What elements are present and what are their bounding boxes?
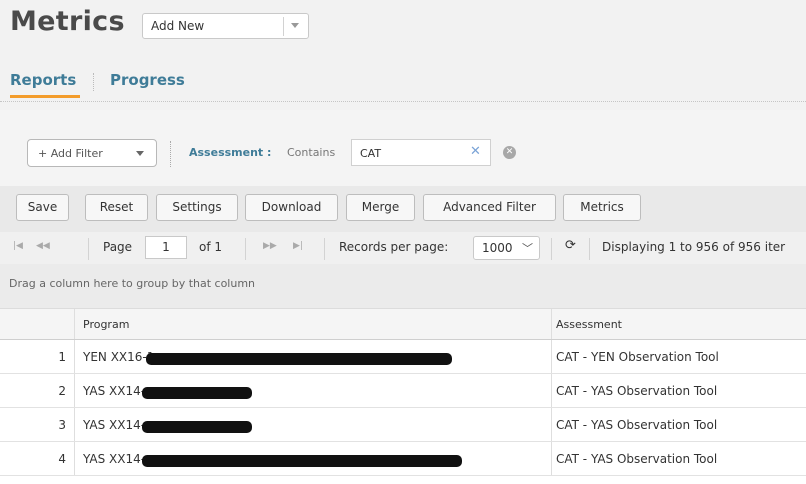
- redaction-mark: [142, 421, 252, 433]
- row-number: 4: [0, 442, 75, 475]
- chevron-down-icon[interactable]: [136, 151, 144, 156]
- row-number: 3: [0, 408, 75, 441]
- filter-field-label[interactable]: Assessment :: [189, 146, 271, 159]
- assessment-cell: CAT - YAS Observation Tool: [556, 418, 718, 432]
- page-number-input[interactable]: 1: [145, 236, 187, 259]
- tab-reports[interactable]: Reports: [10, 71, 81, 98]
- download-button[interactable]: Download: [245, 194, 338, 221]
- program-text: YEN XX16-1: [83, 350, 155, 364]
- group-by-drop-zone[interactable]: Drag a column here to group by that colu…: [0, 264, 806, 308]
- save-button[interactable]: Save: [16, 194, 69, 221]
- assessment-cell: CAT - YEN Observation Tool: [556, 350, 719, 364]
- program-cell: YAS XX14-: [76, 442, 552, 475]
- table-row[interactable]: 2 YAS XX14- CAT - YAS Observation Tool: [0, 374, 806, 408]
- redaction-mark: [142, 455, 462, 467]
- last-page-icon[interactable]: ▶|: [293, 241, 303, 251]
- assessment-cell: CAT - YAS Observation Tool: [556, 384, 718, 398]
- clear-icon[interactable]: ✕: [470, 144, 481, 159]
- filter-value-input[interactable]: CAT ✕: [351, 139, 491, 166]
- program-cell: YAS XX14-: [76, 408, 552, 441]
- header-divider: [0, 101, 806, 102]
- redaction-mark: [142, 387, 252, 399]
- chevron-down-icon: ﹀: [522, 242, 533, 255]
- row-number: 2: [0, 374, 75, 407]
- records-per-page-label: Records per page:: [339, 240, 449, 254]
- advanced-filter-button[interactable]: Advanced Filter: [423, 194, 556, 221]
- page-title: Metrics: [10, 6, 125, 37]
- add-new-label: Add New: [151, 19, 205, 33]
- page-label: Page: [103, 240, 133, 254]
- records-display-text: Displaying 1 to 956 of 956 iter: [602, 240, 786, 254]
- column-header-assessment[interactable]: Assessment: [553, 309, 806, 339]
- prev-page-icon[interactable]: ◀◀: [36, 241, 50, 251]
- page-header: Metrics Add New Reports Progress: [0, 0, 806, 110]
- add-filter-dropdown[interactable]: + Add Filter: [27, 139, 157, 167]
- next-page-icon[interactable]: ▶▶: [263, 241, 277, 251]
- dropdown-divider: [283, 17, 284, 36]
- grid-toolbar: Save Reset Settings Download Merge Advan…: [0, 186, 806, 232]
- redaction-mark: [146, 353, 452, 365]
- table-row[interactable]: 1 YEN XX16-1 CAT - YEN Observation Tool: [0, 340, 806, 374]
- filter-bar: + Add Filter Assessment : Contains CAT ✕…: [0, 112, 806, 186]
- filter-divider: [170, 141, 171, 167]
- pager-divider: [589, 238, 590, 260]
- records-per-page-select[interactable]: 1000 ﹀: [473, 236, 540, 260]
- first-page-icon[interactable]: |◀: [13, 241, 23, 251]
- column-header-row-number[interactable]: [0, 309, 75, 339]
- refresh-icon[interactable]: ⟳: [565, 238, 576, 253]
- grid-header-row: Program Assessment: [0, 308, 806, 340]
- row-number: 1: [0, 340, 75, 373]
- tab-progress[interactable]: Progress: [110, 71, 185, 89]
- program-cell: YAS XX14-: [76, 374, 552, 407]
- program-cell: YEN XX16-1: [76, 340, 552, 373]
- filter-value-text: CAT: [360, 147, 382, 160]
- pager-divider: [88, 238, 89, 260]
- records-per-page-value: 1000: [482, 241, 513, 255]
- table-row[interactable]: 3 YAS XX14- CAT - YAS Observation Tool: [0, 408, 806, 442]
- page-count-label: of 1: [199, 240, 223, 254]
- chevron-down-icon[interactable]: [291, 23, 299, 28]
- table-row[interactable]: 4 YAS XX14- CAT - YAS Observation Tool: [0, 442, 806, 476]
- remove-filter-icon[interactable]: ✕: [503, 146, 516, 159]
- pager-divider: [245, 238, 246, 260]
- settings-button[interactable]: Settings: [156, 194, 238, 221]
- data-grid: Program Assessment 1 YEN XX16-1 CAT - YE…: [0, 308, 806, 484]
- add-new-dropdown[interactable]: Add New: [142, 13, 309, 39]
- program-text: YAS XX14-: [83, 452, 146, 466]
- add-filter-label: + Add Filter: [38, 147, 103, 160]
- program-text: YAS XX14-: [83, 418, 146, 432]
- pager-bar: |◀ ◀◀ Page 1 of 1 ▶▶ ▶| Records per page…: [0, 232, 806, 264]
- program-text: YAS XX14-: [83, 384, 146, 398]
- merge-button[interactable]: Merge: [346, 194, 415, 221]
- tab-divider: [93, 73, 94, 91]
- pager-divider: [324, 238, 325, 260]
- group-by-hint: Drag a column here to group by that colu…: [9, 277, 256, 290]
- pager-divider: [551, 238, 552, 260]
- reset-button[interactable]: Reset: [85, 194, 148, 221]
- filter-operator[interactable]: Contains: [287, 146, 335, 159]
- metrics-button[interactable]: Metrics: [563, 194, 641, 221]
- assessment-cell: CAT - YAS Observation Tool: [556, 452, 718, 466]
- column-header-program[interactable]: Program: [76, 309, 552, 339]
